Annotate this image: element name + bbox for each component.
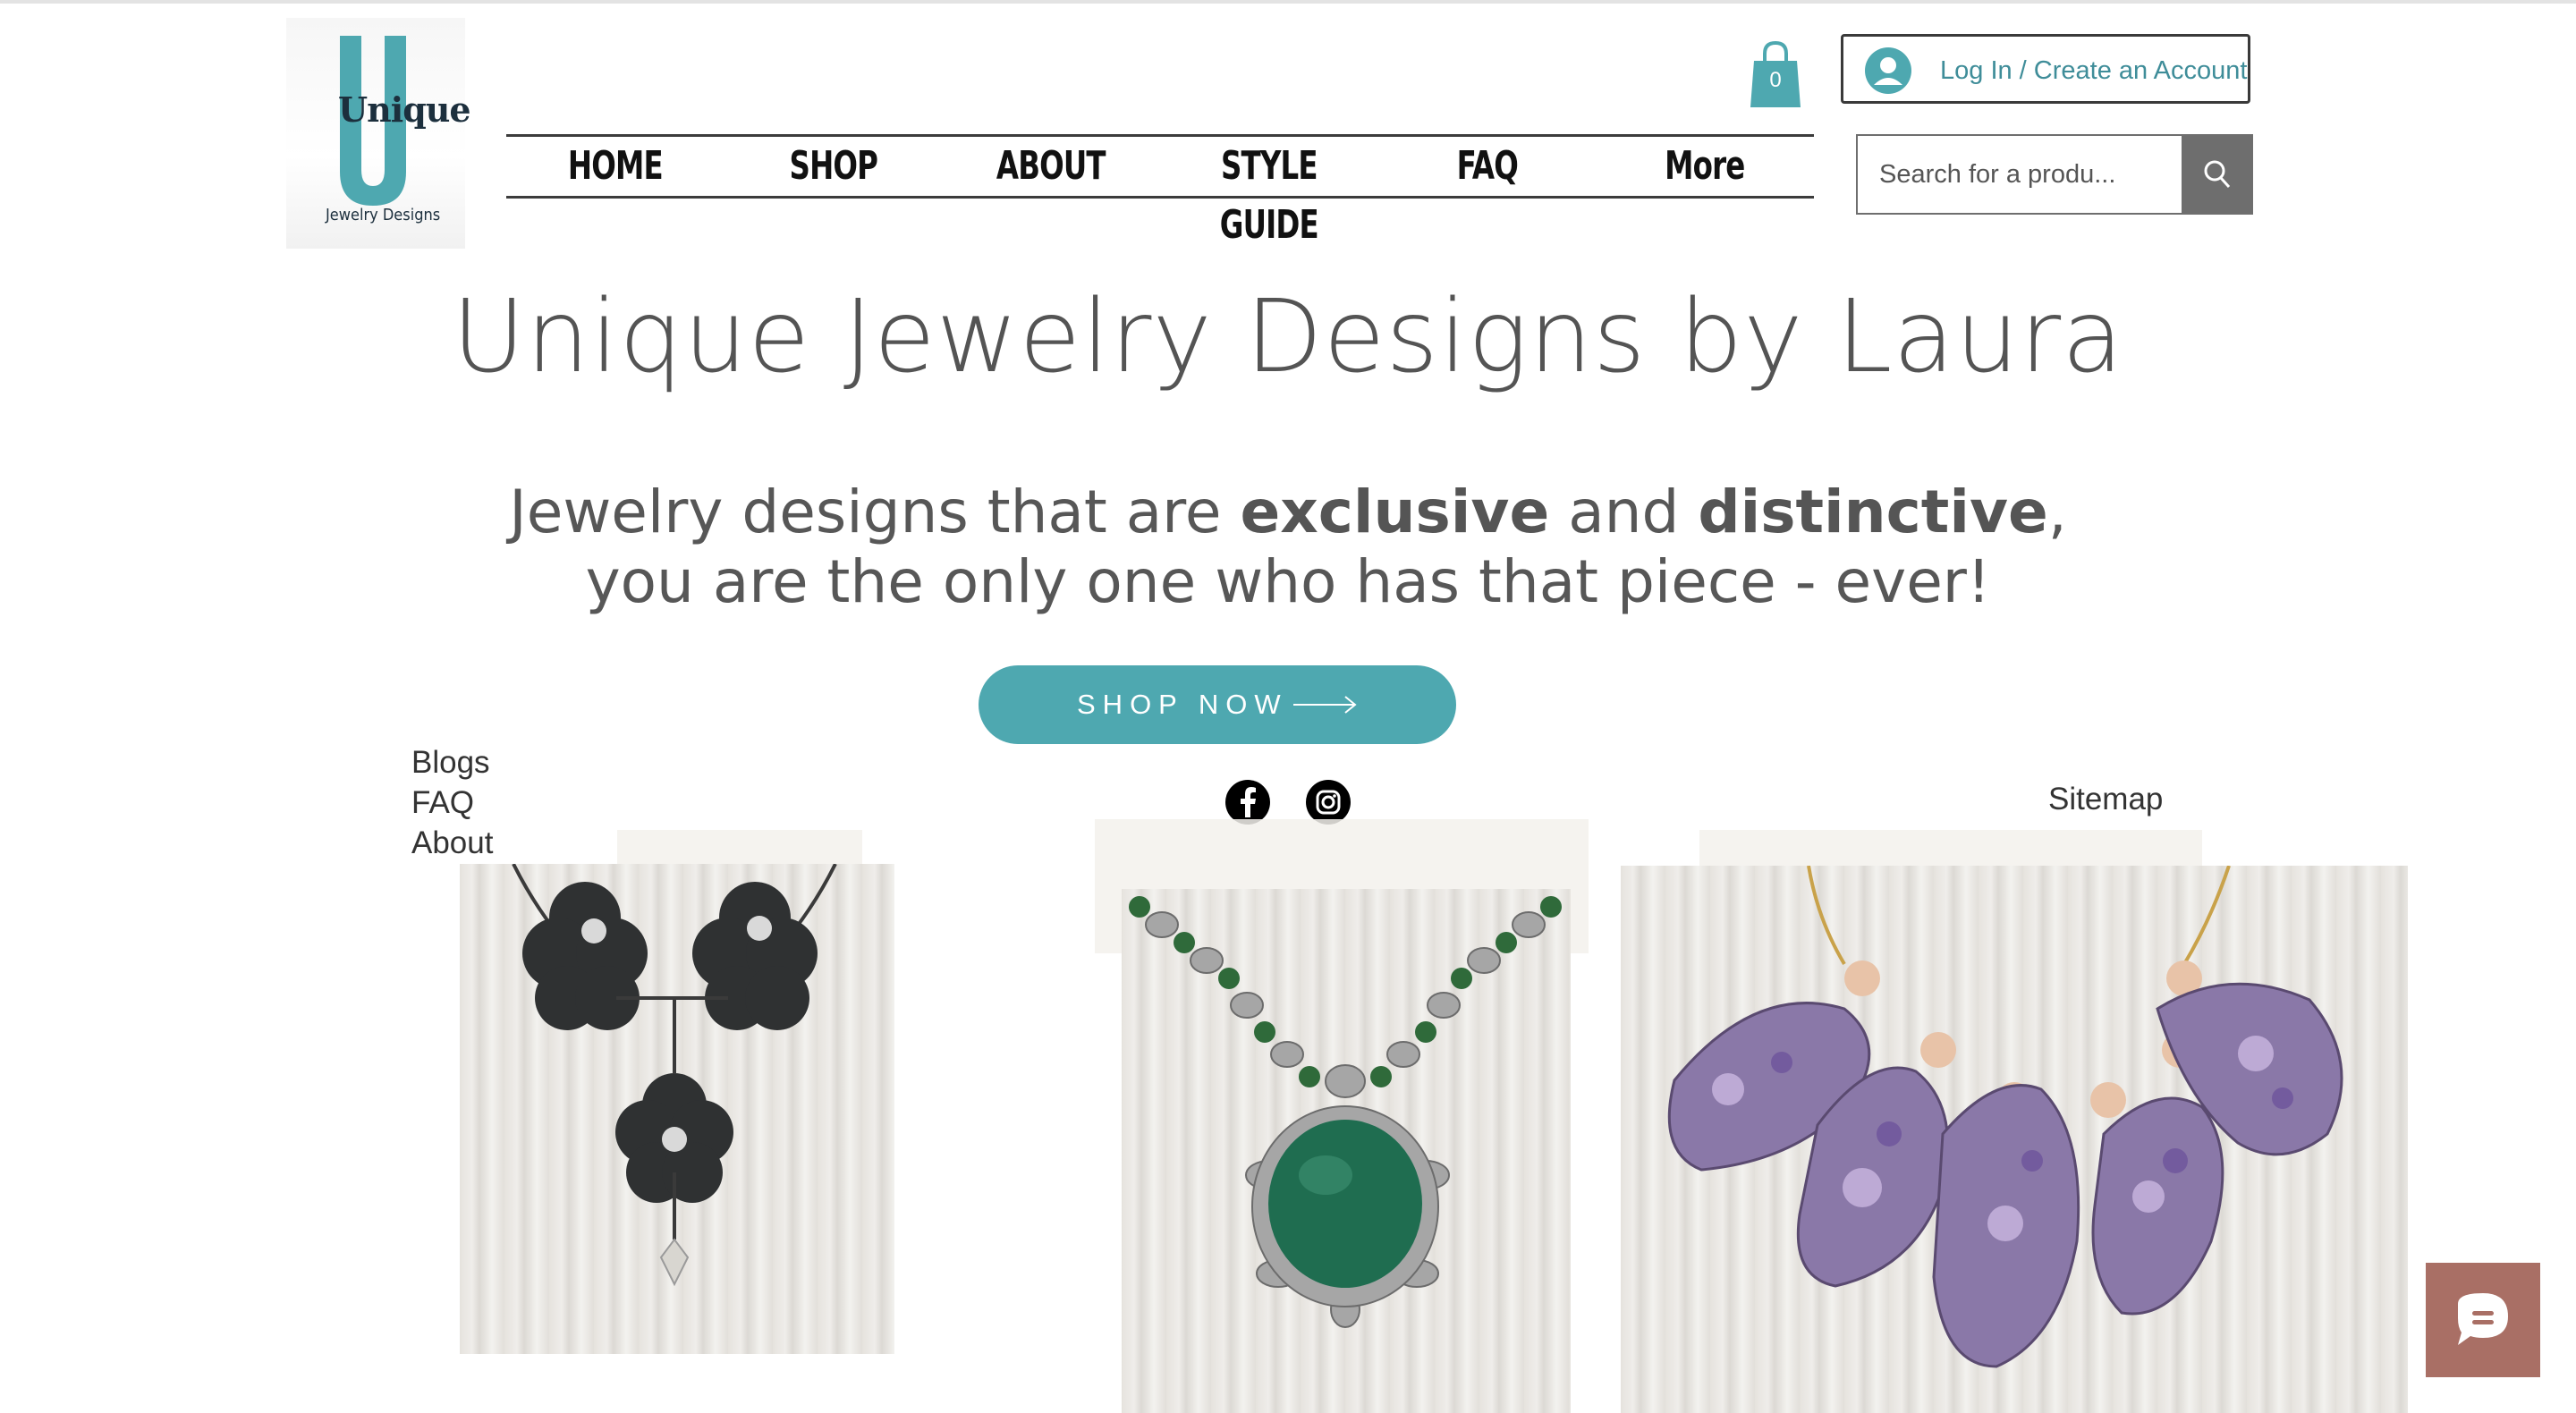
nav-home[interactable]: HOME xyxy=(526,137,705,196)
flower-necklace-art xyxy=(512,864,837,1287)
top-border xyxy=(0,0,2576,4)
main-nav: HOME SHOP ABOUT STYLE GUIDE FAQ More xyxy=(506,134,1814,248)
link-faq[interactable]: FAQ xyxy=(411,783,493,823)
login-label: Log In / Create an Account xyxy=(1940,56,2248,85)
link-blogs[interactable]: Blogs xyxy=(411,742,493,783)
tagline-line-2: you are the only one who has that piece … xyxy=(585,547,1991,616)
product-search xyxy=(1856,134,2253,215)
cart-count: 0 xyxy=(1769,68,1782,92)
search-button[interactable] xyxy=(2182,136,2251,213)
product-image-flower-necklace[interactable] xyxy=(460,864,894,1354)
logo-subtitle: Jewelry Designs xyxy=(326,206,441,224)
product-image-backdrop xyxy=(617,830,862,866)
instagram-icon xyxy=(1316,790,1341,815)
product-image-purple-necklace[interactable] xyxy=(1621,866,2408,1413)
login-button[interactable]: Log In / Create an Account xyxy=(1841,34,2250,104)
nav-style-guide[interactable]: STYLE GUIDE xyxy=(1180,137,1359,248)
search-input[interactable] xyxy=(1879,136,2183,213)
chat-button[interactable] xyxy=(2426,1263,2540,1377)
site-logo[interactable]: Unique Jewelry Designs xyxy=(286,18,471,249)
instagram-link[interactable] xyxy=(1306,780,1351,825)
turtle-necklace-art xyxy=(1129,896,1562,1328)
sitemap-link[interactable]: Sitemap xyxy=(2048,782,2163,817)
logo-word: Unique xyxy=(338,89,471,130)
search-icon xyxy=(2204,160,2231,189)
shop-now-label: SHOP NOW xyxy=(1077,689,1288,720)
link-about[interactable]: About xyxy=(411,823,493,863)
footer-links: Blogs FAQ About xyxy=(411,742,493,863)
tagline-line-1: Jewelry designs that are exclusive and d… xyxy=(509,478,2067,546)
page-title: Unique Jewelry Designs by Laura xyxy=(452,279,2124,395)
facebook-link[interactable] xyxy=(1225,780,1270,825)
shop-now-button[interactable]: SHOP NOW xyxy=(979,665,1456,744)
cart-button[interactable]: 0 xyxy=(1749,39,1802,107)
purple-necklace-art xyxy=(1667,866,2343,1368)
chat-bubble-icon xyxy=(2458,1293,2508,1345)
nav-shop[interactable]: SHOP xyxy=(744,137,923,196)
user-avatar-icon xyxy=(1865,47,1911,94)
nav-more[interactable]: More xyxy=(1615,137,1794,196)
nav-about[interactable]: ABOUT xyxy=(962,137,1140,196)
arrow-right-icon xyxy=(1293,696,1357,714)
nav-faq[interactable]: FAQ xyxy=(1398,137,1577,196)
product-image-turtle-necklace[interactable] xyxy=(1122,889,1571,1413)
tagline: Jewelry designs that are exclusive and d… xyxy=(0,478,2576,617)
facebook-icon xyxy=(1241,787,1256,817)
